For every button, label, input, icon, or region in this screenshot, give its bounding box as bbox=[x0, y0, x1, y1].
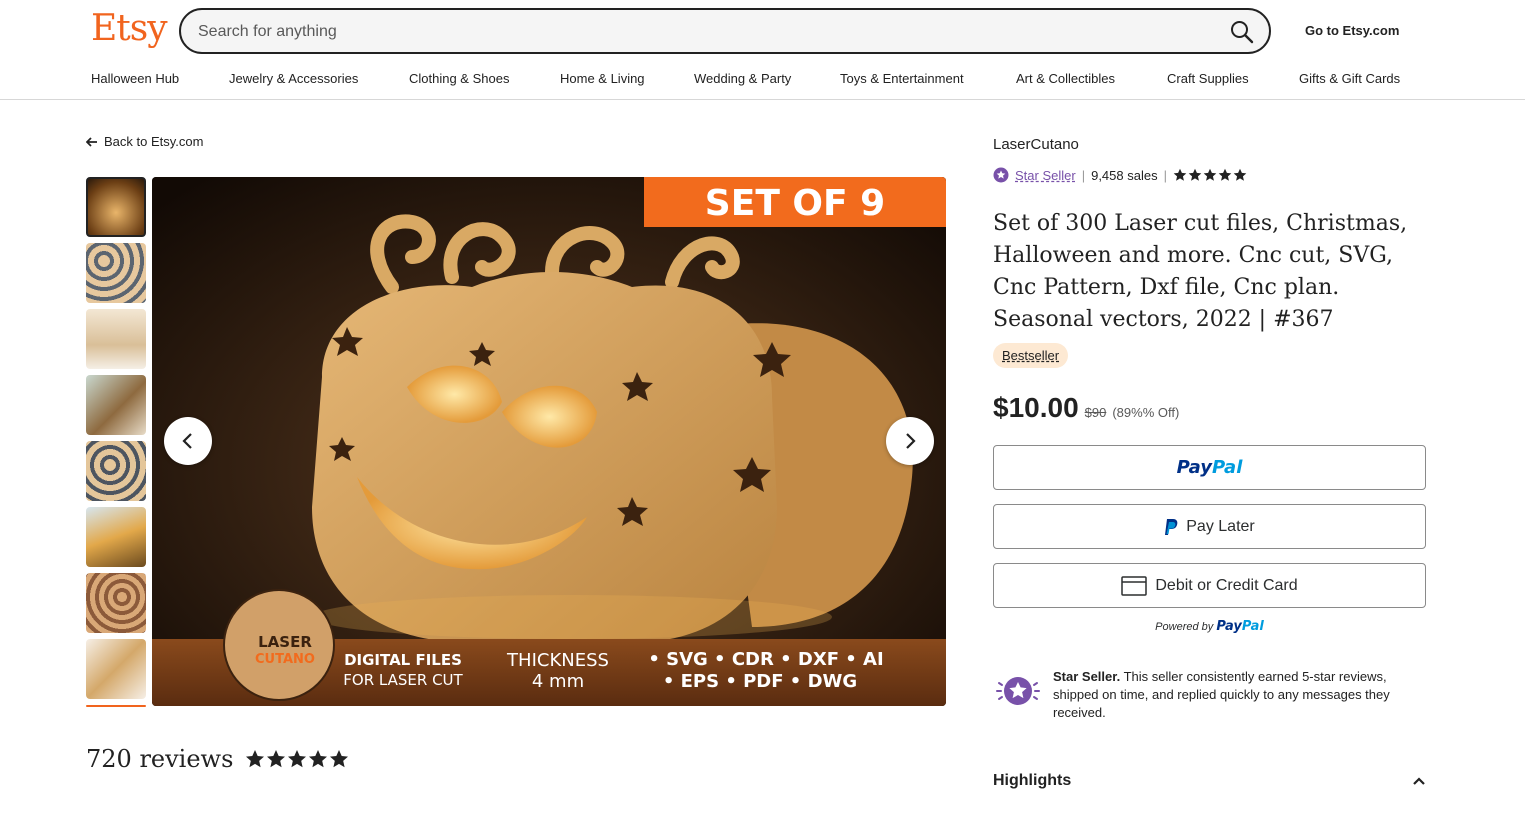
thickness-label: THICKNESS bbox=[506, 650, 609, 671]
chevron-right-icon bbox=[906, 433, 916, 449]
price-row: $10.00 $90 (89%% Off) bbox=[993, 392, 1179, 424]
nav-item-gifts[interactable]: Gifts & Gift Cards bbox=[1299, 71, 1400, 86]
next-image-button[interactable] bbox=[886, 417, 934, 465]
separator: | bbox=[1163, 167, 1167, 183]
arrow-left-icon bbox=[86, 136, 97, 147]
pay-later-label: Pay Later bbox=[1186, 517, 1255, 535]
star-seller-badge-icon bbox=[993, 167, 1009, 183]
nav-item-craft[interactable]: Craft Supplies bbox=[1167, 71, 1249, 86]
nav-item-toys[interactable]: Toys & Entertainment bbox=[840, 71, 964, 86]
brand-line2: CUTANO bbox=[255, 652, 315, 667]
highlights-toggle[interactable]: Highlights bbox=[993, 772, 1426, 790]
thumbnail-7[interactable] bbox=[86, 573, 146, 633]
formats-line1: • SVG • CDR • DXF • AI bbox=[648, 649, 883, 670]
previous-image-button[interactable] bbox=[164, 417, 212, 465]
formats-line2: • EPS • PDF • DWG bbox=[663, 671, 857, 692]
nav-item-home-living[interactable]: Home & Living bbox=[560, 71, 645, 86]
nav-item-wedding[interactable]: Wedding & Party bbox=[694, 71, 791, 86]
search-input[interactable] bbox=[198, 20, 1198, 44]
sales-count: 9,458 sales bbox=[1091, 167, 1158, 183]
listing-title: Set of 300 Laser cut files, Christmas, H… bbox=[993, 211, 1408, 332]
bestseller-badge[interactable]: Bestseller bbox=[993, 343, 1069, 368]
reviews-count: 720 reviews bbox=[86, 745, 234, 773]
digital-line2: FOR LASER CUT bbox=[343, 671, 463, 689]
chevron-left-icon bbox=[182, 433, 192, 449]
seller-info-row: Star Seller | 9,458 sales | bbox=[993, 167, 1247, 183]
star-seller-link[interactable]: Star Seller bbox=[1015, 168, 1076, 183]
star-icon bbox=[288, 750, 307, 768]
search-bar bbox=[179, 8, 1271, 54]
star-icon bbox=[1233, 168, 1247, 181]
nav-item-jewelry[interactable]: Jewelry & Accessories bbox=[229, 71, 358, 86]
thumbnail-1[interactable] bbox=[86, 177, 146, 237]
search-icon[interactable] bbox=[1229, 19, 1255, 45]
nav-item-art[interactable]: Art & Collectibles bbox=[1016, 71, 1115, 86]
star-icon bbox=[309, 750, 328, 768]
star-icon bbox=[267, 750, 286, 768]
discount-text: (89%% Off) bbox=[1112, 405, 1180, 420]
back-link-label: Back to Etsy.com bbox=[104, 134, 204, 149]
pumpkin-lantern-image: SET OF 9 LASER CUTANO DIGITAL FILES FOR … bbox=[152, 177, 946, 706]
shop-name-link[interactable]: LaserCutano bbox=[993, 136, 1079, 153]
separator: | bbox=[1081, 167, 1086, 183]
star-icon bbox=[246, 750, 265, 768]
star-icon bbox=[1173, 168, 1187, 181]
thumbnail-9[interactable] bbox=[86, 705, 146, 707]
card-button[interactable]: Debit or Credit Card bbox=[993, 563, 1426, 608]
star-icon bbox=[330, 750, 349, 768]
thumbnail-8[interactable] bbox=[86, 639, 146, 699]
thumbnail-3[interactable] bbox=[86, 309, 146, 369]
star-seller-icon bbox=[995, 674, 1041, 713]
pay-later-button[interactable]: Pay Later bbox=[993, 504, 1426, 549]
thumbnail-6[interactable] bbox=[86, 507, 146, 567]
reviews-rating-stars bbox=[245, 749, 349, 769]
site-header: Etsy Go to Etsy.com Halloween Hub Jewelr… bbox=[0, 0, 1525, 100]
thickness-value: 4 mm bbox=[532, 671, 584, 692]
product-main-image: SET OF 9 LASER CUTANO DIGITAL FILES FOR … bbox=[152, 177, 946, 706]
thumbnail-4[interactable] bbox=[86, 375, 146, 435]
highlights-label: Highlights bbox=[993, 772, 1072, 789]
paypal-button[interactable]: PayPal bbox=[993, 445, 1426, 490]
nav-item-clothing[interactable]: Clothing & Shoes bbox=[409, 71, 509, 86]
thumbnail-2[interactable] bbox=[86, 243, 146, 303]
card-label: Debit or Credit Card bbox=[1155, 576, 1298, 594]
shop-rating-stars[interactable] bbox=[1173, 168, 1247, 182]
etsy-logo[interactable]: Etsy bbox=[91, 8, 168, 49]
brand-line1: LASER bbox=[258, 633, 312, 651]
thumbnail-list bbox=[86, 177, 147, 707]
go-to-etsy-link[interactable]: Go to Etsy.com bbox=[1305, 23, 1399, 38]
paypal-logo: PayPal bbox=[1216, 619, 1264, 634]
thumbnail-5[interactable] bbox=[86, 441, 146, 501]
digital-line1: DIGITAL FILES bbox=[344, 651, 462, 669]
paypal-logo: PayPal bbox=[1176, 457, 1243, 478]
nav-item-halloween-hub[interactable]: Halloween Hub bbox=[91, 71, 179, 86]
powered-by-paypal: Powered by PayPal bbox=[1155, 619, 1264, 634]
current-price: $10.00 bbox=[993, 392, 1079, 423]
credit-card-icon bbox=[1121, 575, 1148, 596]
star-icon bbox=[1188, 168, 1202, 181]
star-seller-description: Star Seller. This seller consistently ea… bbox=[1053, 669, 1390, 720]
star-icon bbox=[1218, 168, 1232, 181]
reviews-summary: 720 reviews bbox=[86, 745, 349, 773]
original-price: $90 bbox=[1084, 405, 1107, 420]
star-icon bbox=[1203, 168, 1217, 181]
back-link[interactable]: Back to Etsy.com bbox=[86, 134, 203, 149]
chevron-up-icon bbox=[1413, 777, 1425, 785]
banner-text: SET OF 9 bbox=[705, 183, 885, 224]
paypal-p-icon bbox=[1165, 518, 1178, 535]
